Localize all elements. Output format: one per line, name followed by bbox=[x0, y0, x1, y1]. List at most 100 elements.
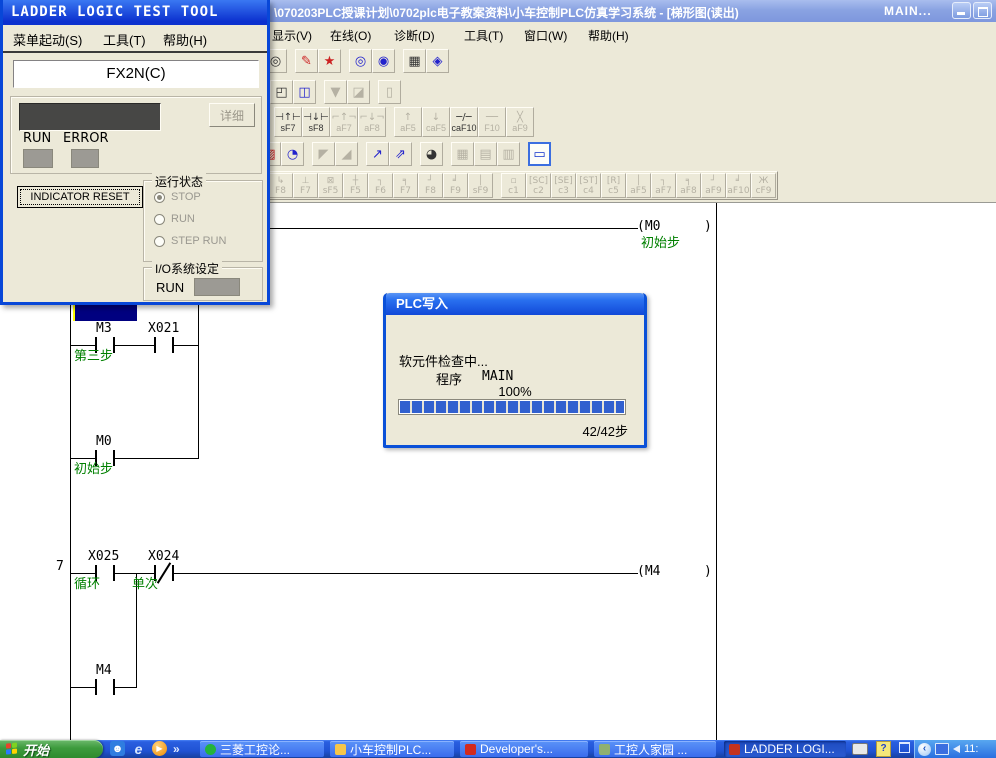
quick-launch-chevron[interactable]: » bbox=[173, 742, 180, 756]
menu-tools[interactable]: 工具(T) bbox=[464, 27, 503, 44]
help-tray-icon[interactable]: ? bbox=[876, 741, 891, 757]
start-button[interactable]: 开始 bbox=[0, 740, 103, 758]
tile-window-button[interactable]: ▦ bbox=[403, 49, 426, 73]
radio-run[interactable]: RUN bbox=[154, 213, 195, 225]
vline-delete-button[interactable]: ╳aF9 bbox=[506, 107, 534, 137]
hline-button[interactable]: ──F10 bbox=[478, 107, 506, 137]
scan-time-button[interactable]: ◔ bbox=[281, 142, 304, 166]
hide-icons-button[interactable]: ‹ bbox=[918, 743, 931, 756]
media-player-icon[interactable]: ▶ bbox=[152, 741, 167, 756]
io-monitor-button[interactable]: ▼ bbox=[324, 80, 347, 104]
zoom-out-button[interactable]: ◎ bbox=[349, 49, 372, 73]
fkey-button[interactable]: ╛F9 bbox=[443, 173, 468, 198]
fkey-button[interactable]: │aF5 bbox=[626, 173, 651, 198]
write-mode-button[interactable]: ✎ bbox=[295, 49, 318, 73]
branch-rising-button[interactable]: ⌐↑¬aF7 bbox=[330, 107, 358, 137]
find-window-button[interactable]: ◰ bbox=[270, 80, 293, 104]
fkey-button[interactable]: ┐aF7 bbox=[651, 173, 676, 198]
detail-button[interactable]: 详细 bbox=[209, 103, 255, 127]
jump-dest-button[interactable]: ⇗ bbox=[389, 142, 412, 166]
verify-button[interactable]: ◈ bbox=[426, 49, 449, 73]
ladder-right-rail bbox=[716, 203, 717, 740]
grid-c-button[interactable]: ▥ bbox=[497, 142, 520, 166]
menu-help2[interactable]: 帮助(H) bbox=[163, 30, 207, 49]
comment-toggle-button[interactable]: ▭ bbox=[528, 142, 551, 166]
fkey-button[interactable]: ┼F5 bbox=[343, 173, 368, 198]
fkey-button[interactable]: ↳F8 bbox=[268, 173, 293, 198]
taskbar-item-forum[interactable]: 三菱工控论... bbox=[200, 741, 324, 757]
coil-m4[interactable]: (M4 bbox=[637, 565, 660, 579]
skip-down-button[interactable]: ◢ bbox=[335, 142, 358, 166]
fkey-button[interactable]: ╛aF10 bbox=[726, 173, 751, 198]
menu-window[interactable]: 窗口(W) bbox=[524, 27, 567, 44]
fkey-button[interactable]: [R]c5 bbox=[601, 173, 626, 198]
zoom-in-button[interactable]: ◉ bbox=[372, 49, 395, 73]
fkey-button[interactable]: ╕F7 bbox=[393, 173, 418, 198]
taskbar-item-label: 小车控制PLC... bbox=[350, 741, 431, 757]
monitor-write-button[interactable]: ★ bbox=[318, 49, 341, 73]
up-arrow-button[interactable]: ↑aF5 bbox=[394, 107, 422, 137]
find-device-button[interactable]: ◕ bbox=[420, 142, 443, 166]
coil-m0[interactable]: (M0 bbox=[637, 220, 660, 234]
test-tool-title: LADDER LOGIC TEST TOOL bbox=[11, 4, 218, 20]
jump-source-button[interactable]: ↗ bbox=[366, 142, 389, 166]
menu-start[interactable]: 菜单起动(S) bbox=[13, 30, 82, 49]
line-delete-button[interactable]: ─/─caF10 bbox=[450, 107, 478, 137]
messenger-icon[interactable]: ☻ bbox=[110, 741, 125, 756]
fkey-button[interactable]: [SE]c3 bbox=[551, 173, 576, 198]
menu-diagnostics[interactable]: 诊断(D) bbox=[394, 27, 435, 44]
radio-stop[interactable]: STOP bbox=[154, 191, 201, 203]
fkey-label: c2 bbox=[533, 186, 544, 196]
minimize-button[interactable] bbox=[952, 2, 971, 19]
fkey-button[interactable]: ╕aF8 bbox=[676, 173, 701, 198]
taskbar-item-folder[interactable]: 小车控制PLC... bbox=[330, 741, 454, 757]
pulse-contact-fall-button[interactable]: ⊣↓⊢sF8 bbox=[302, 107, 330, 137]
toolbar-separator bbox=[358, 142, 366, 166]
horizontal-line-icon: ── bbox=[486, 112, 498, 123]
taskbar-item-home[interactable]: 工控人家园 ... bbox=[594, 741, 716, 757]
display-tray-icon[interactable] bbox=[935, 743, 949, 755]
contact-x021[interactable] bbox=[154, 337, 174, 353]
menu-tool[interactable]: 工具(T) bbox=[103, 30, 146, 49]
fkey-button[interactable]: ┘aF9 bbox=[701, 173, 726, 198]
menu-help[interactable]: 帮助(H) bbox=[588, 27, 629, 44]
project-tree-button[interactable]: ◫ bbox=[293, 80, 316, 104]
menu-online[interactable]: 在线(O) bbox=[330, 27, 371, 44]
fkey-button[interactable]: [SC]c2 bbox=[526, 173, 551, 198]
fkey-label: c4 bbox=[583, 186, 594, 196]
fkey-button[interactable]: ┐F6 bbox=[368, 173, 393, 198]
volume-tray-icon[interactable] bbox=[953, 745, 960, 753]
windows-flag-icon bbox=[6, 742, 18, 755]
menu-view[interactable]: 显示(V) bbox=[272, 27, 312, 44]
grid-b-button[interactable]: ▤ bbox=[474, 142, 497, 166]
fkey-icon: ┘ bbox=[428, 176, 433, 186]
keyboard-layout-icon[interactable] bbox=[852, 743, 868, 755]
fkey-button[interactable]: ⊥F7 bbox=[293, 173, 318, 198]
skip-up-button[interactable]: ◤ bbox=[312, 142, 335, 166]
device-batch-button[interactable]: ◪ bbox=[347, 80, 370, 104]
radio-step-run[interactable]: STEP RUN bbox=[154, 235, 226, 247]
ladder-cursor-cell[interactable] bbox=[73, 303, 137, 321]
contact-m4[interactable] bbox=[95, 679, 115, 695]
ie-icon[interactable]: e bbox=[131, 741, 146, 756]
restore-mini-icon[interactable] bbox=[899, 742, 910, 753]
taskbar-item-pdf[interactable]: Developer's... bbox=[460, 741, 588, 757]
pulse-contact-button[interactable]: ⊣↑⊢sF7 bbox=[274, 107, 302, 137]
grid-a-button[interactable]: ▦ bbox=[451, 142, 474, 166]
restore-button[interactable] bbox=[973, 2, 992, 19]
fkey-button[interactable]: ┘F8 bbox=[418, 173, 443, 198]
taskbar-item-ladder-tool[interactable]: LADDER LOGI... bbox=[724, 741, 846, 757]
fkey-button[interactable]: [ST]c4 bbox=[576, 173, 601, 198]
fkey-button[interactable]: │sF9 bbox=[468, 173, 493, 198]
fkey-button[interactable]: ⊠sF5 bbox=[318, 173, 343, 198]
radio-label: STOP bbox=[171, 191, 201, 203]
plc-write-titlebar[interactable]: PLC写入 bbox=[386, 293, 644, 315]
test-tool-titlebar[interactable]: LADDER LOGIC TEST TOOL bbox=[3, 0, 267, 25]
down-arrow-button[interactable]: ↓caF5 bbox=[422, 107, 450, 137]
plc-type-display: FX2N(C) bbox=[13, 60, 259, 88]
indicator-reset-button[interactable]: INDICATOR RESET bbox=[17, 186, 143, 208]
fkey-button[interactable]: ЖcF9 bbox=[751, 173, 776, 198]
doc-view-button[interactable]: ▯ bbox=[378, 80, 401, 104]
branch-falling-button[interactable]: ⌐↓¬aF8 bbox=[358, 107, 386, 137]
fkey-button[interactable]: ▫c1 bbox=[501, 173, 526, 198]
